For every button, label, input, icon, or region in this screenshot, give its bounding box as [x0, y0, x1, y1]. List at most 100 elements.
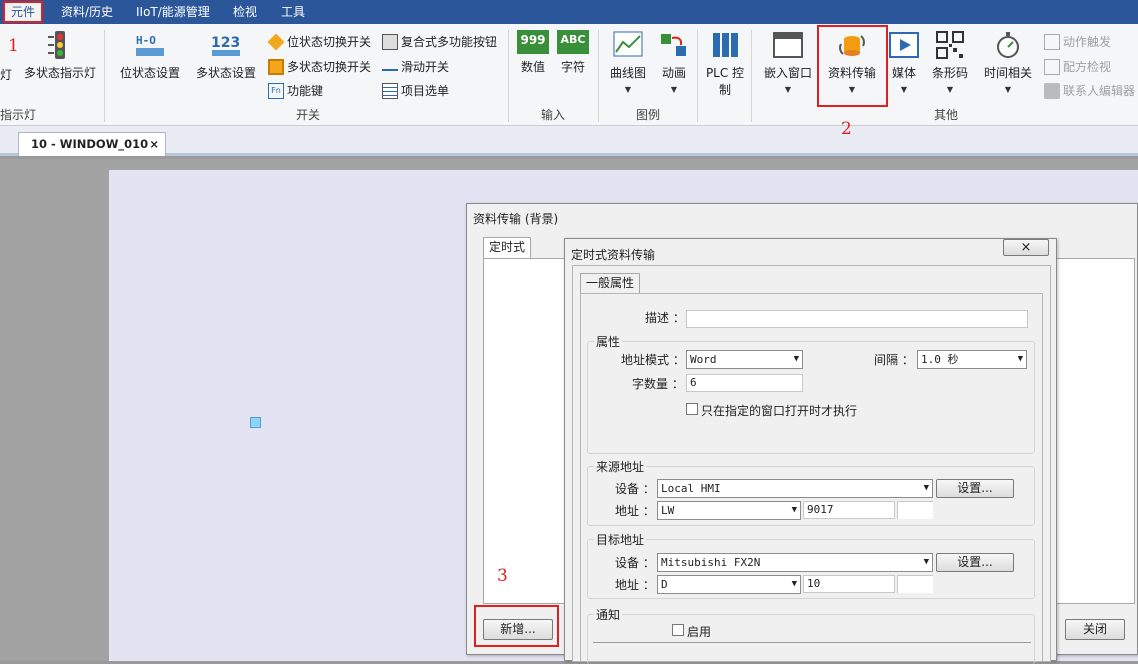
bit-state-toggle-button[interactable]: 位状态切换开关 [267, 33, 372, 50]
tab-window-010[interactable]: 10 - WINDOW_010 × [18, 132, 166, 156]
source-address-extra[interactable] [897, 501, 933, 519]
ribbon-separator [751, 30, 752, 122]
animation-label: 动画 [661, 66, 686, 80]
combo-button[interactable]: 复合式多功能按钮 [382, 33, 497, 50]
annotation-number-2: 2 [841, 119, 852, 139]
partial-light-button[interactable]: 灯 [0, 66, 12, 83]
plc-control-button[interactable]: PLC 控制 [702, 30, 748, 98]
tab-timed[interactable]: 定时式 [483, 237, 531, 258]
dialog-title: 定时式资料传输 [571, 248, 656, 262]
partial-light-label: 灯 [0, 68, 13, 82]
chevron-down-icon: ▼ [624, 85, 632, 94]
only-window-label: 只在指定的窗口打开时才执行 [701, 404, 858, 418]
svg-text:H-O: H-O [136, 34, 156, 47]
menu-tools[interactable]: 工具 [275, 0, 311, 24]
action-trigger-label: 动作触发 [1063, 35, 1112, 49]
list-icon [382, 82, 398, 99]
destination-address-input[interactable]: 10 [803, 575, 895, 593]
chevron-down-icon: ▼ [923, 483, 929, 493]
destination-address-label: 地址 ： [615, 578, 655, 592]
numeric-button[interactable]: 999 数值 [516, 30, 550, 75]
divider [593, 642, 1031, 643]
highlight-add-button [474, 605, 559, 647]
destination-device-select[interactable]: Mitsubishi FX2N ▼ [657, 553, 933, 572]
function-key-button[interactable]: Fn 功能键 [268, 82, 323, 99]
menu-components[interactable]: 元件 [3, 1, 44, 23]
destination-address-extra[interactable] [897, 575, 933, 593]
bit-state-setting-button[interactable]: H-O 位状态设置 [116, 30, 184, 81]
trend-chart-button[interactable]: 曲线图 ▼ [606, 30, 650, 94]
diamond-toggle-icon [267, 33, 285, 50]
recipe-view-button[interactable]: 配方检视 [1044, 58, 1111, 75]
char-label: 字符 [560, 60, 585, 74]
enable-notification-label: 启用 [687, 625, 712, 639]
multi-state-toggle-button[interactable]: 多状态切换开关 [268, 58, 371, 75]
input-group-label: 输入 [540, 108, 565, 122]
media-label: 媒体 [891, 66, 916, 80]
tab-general-properties[interactable]: 一般属性 [580, 273, 640, 294]
combo-button-icon [382, 33, 398, 50]
destination-address-title: 目标地址 [594, 531, 647, 548]
plc-control-label: PLC 控制 [705, 66, 745, 97]
function-key-icon: Fn [268, 82, 284, 99]
source-device-value: Local HMI [661, 482, 721, 495]
source-device-select[interactable]: Local HMI ▼ [657, 479, 933, 498]
source-settings-button[interactable]: 设置... [936, 479, 1014, 498]
address-mode-select[interactable]: Word ▼ [686, 350, 803, 369]
selection-handle[interactable] [250, 417, 261, 428]
only-window-checkbox[interactable] [686, 403, 698, 415]
switch-group-label: 开关 [295, 108, 320, 122]
ribbon-separator [598, 30, 599, 122]
interval-value: 1.0 秒 [921, 353, 959, 366]
svg-text:123: 123 [211, 35, 240, 51]
bit-state-toggle-label: 位状态切换开关 [287, 35, 372, 49]
multi-state-setting-button[interactable]: 123 多状态设置 [192, 30, 260, 81]
destination-device-label: 设备 ： [615, 556, 655, 570]
other-group-label: 其他 [933, 108, 958, 122]
chart-group-label: 图例 [635, 108, 660, 122]
ribbon-separator [697, 30, 698, 122]
menu-data-history[interactable]: 资料/历史 [55, 0, 119, 24]
multi-toggle-icon [268, 58, 284, 75]
barcode-button[interactable]: 条形码 ▼ [928, 30, 972, 94]
contact-editor-button[interactable]: 联系人编辑器 [1044, 82, 1135, 99]
destination-address-type-select[interactable]: D ▼ [657, 575, 801, 594]
indicator-group-label: 指示灯 [0, 108, 37, 122]
word-count-input[interactable]: 6 [686, 374, 803, 392]
animation-button[interactable]: 动画 ▼ [654, 30, 694, 94]
document-tab-bar: 10 - WINDOW_010 × [0, 126, 1138, 156]
description-input[interactable] [686, 310, 1028, 328]
notification-title: 通知 [594, 606, 623, 623]
time-related-button[interactable]: 时间相关 ▼ [980, 30, 1036, 94]
source-address-input[interactable]: 9017 [803, 501, 895, 519]
slide-switch-button[interactable]: 滑动开关 [382, 58, 449, 75]
destination-settings-button[interactable]: 设置... [936, 553, 1014, 572]
embed-window-label: 嵌入窗口 [763, 66, 812, 80]
source-device-label: 设备 ： [615, 482, 655, 496]
multi-state-light-label: 多状态指示灯 [23, 66, 96, 80]
menu-iiot-energy[interactable]: IIoT/能源管理 [130, 0, 216, 24]
enable-notification-checkbox[interactable] [672, 624, 684, 636]
close-icon[interactable]: × [1003, 239, 1049, 256]
source-address-type-select[interactable]: LW ▼ [657, 501, 801, 520]
chevron-down-icon: ▼ [900, 85, 908, 94]
embed-window-button[interactable]: 嵌入窗口 ▼ [760, 30, 816, 94]
interval-select[interactable]: 1.0 秒 ▼ [917, 350, 1027, 369]
bit-state-setting-label: 位状态设置 [119, 66, 180, 80]
action-trigger-button[interactable]: 动作触发 [1044, 33, 1111, 50]
multi-state-light-button[interactable]: 多状态指示灯 [22, 30, 98, 81]
contact-icon [1044, 82, 1060, 99]
dialog-title: 资料传输 (背景) [473, 212, 559, 226]
chevron-down-icon: ▼ [923, 557, 929, 567]
numeric-999-icon: 999 [517, 30, 549, 54]
media-button[interactable]: 媒体 ▼ [886, 30, 922, 94]
close-button[interactable]: 关闭 [1065, 619, 1125, 640]
window-icon [773, 32, 803, 58]
close-icon[interactable]: × [149, 133, 159, 155]
function-key-label: 功能键 [287, 84, 324, 98]
menu-view[interactable]: 检视 [227, 0, 263, 24]
source-address-title: 来源地址 [594, 458, 647, 475]
char-button[interactable]: ABC 字符 [556, 30, 590, 75]
item-list-button[interactable]: 项目选单 [382, 82, 449, 99]
multi-state-toggle-label: 多状态切换开关 [287, 60, 372, 74]
